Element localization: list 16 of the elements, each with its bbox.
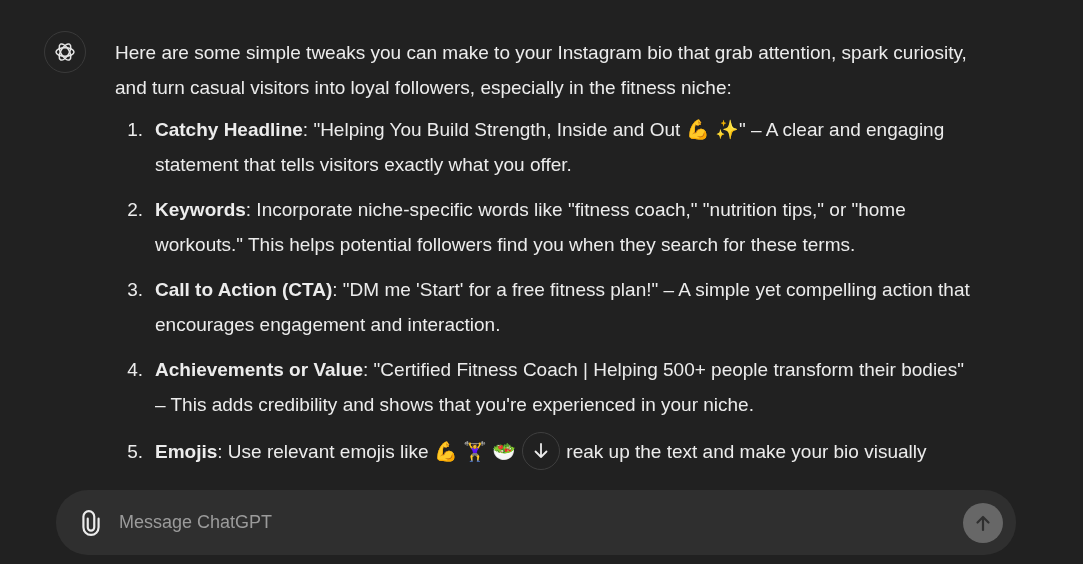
list-item-text: Catchy Headline: "Helping You Build Strength, Inside and Out 💪 ✨" – A clear and engaging statement that tells visitors exactly what you offer. — [155, 118, 946, 177]
list-number: 3. — [126, 278, 144, 302]
list-item-text: Emojis: Use relevant emojis like 💪 🏋‍♀ 🥗 — [155, 439, 517, 464]
list-item-text: Achievements or Value: "Certified Fitness Coach | Helping 500+ people transform their bodies" – This adds credibility and shows that you're experienced in your niche. — [155, 358, 965, 417]
scroll-down-button[interactable] — [522, 432, 561, 470]
list-number: 5. — [126, 439, 144, 464]
list-number: 4. — [126, 358, 144, 382]
list-number: 1. — [126, 118, 144, 142]
intro-paragraph: Here are some simple tweaks you can make to your Instagram bio that grab attention, spark curiosity, and turn casual visitors into loyal followers, especially in the fitness niche: — [115, 41, 968, 100]
list-item-text: reak up the text and make your bio visually — [566, 439, 927, 464]
list-number: 2. — [126, 198, 144, 222]
list-item-text: Call to Action (CTA): "DM me 'Start' for a free fitness plan!" – A simple yet compelling action that encourages engagement and interaction. — [155, 278, 971, 337]
knot-logo-icon — [53, 40, 77, 64]
list-item-text: Keywords: Incorporate niche-specific words like "fitness coach," "nutrition tips," or "home workouts." This helps potential followers find you when they search for these terms. — [155, 198, 907, 257]
message-composer[interactable]: Message ChatGPT — [56, 490, 1016, 555]
arrow-up-icon — [974, 513, 992, 532]
